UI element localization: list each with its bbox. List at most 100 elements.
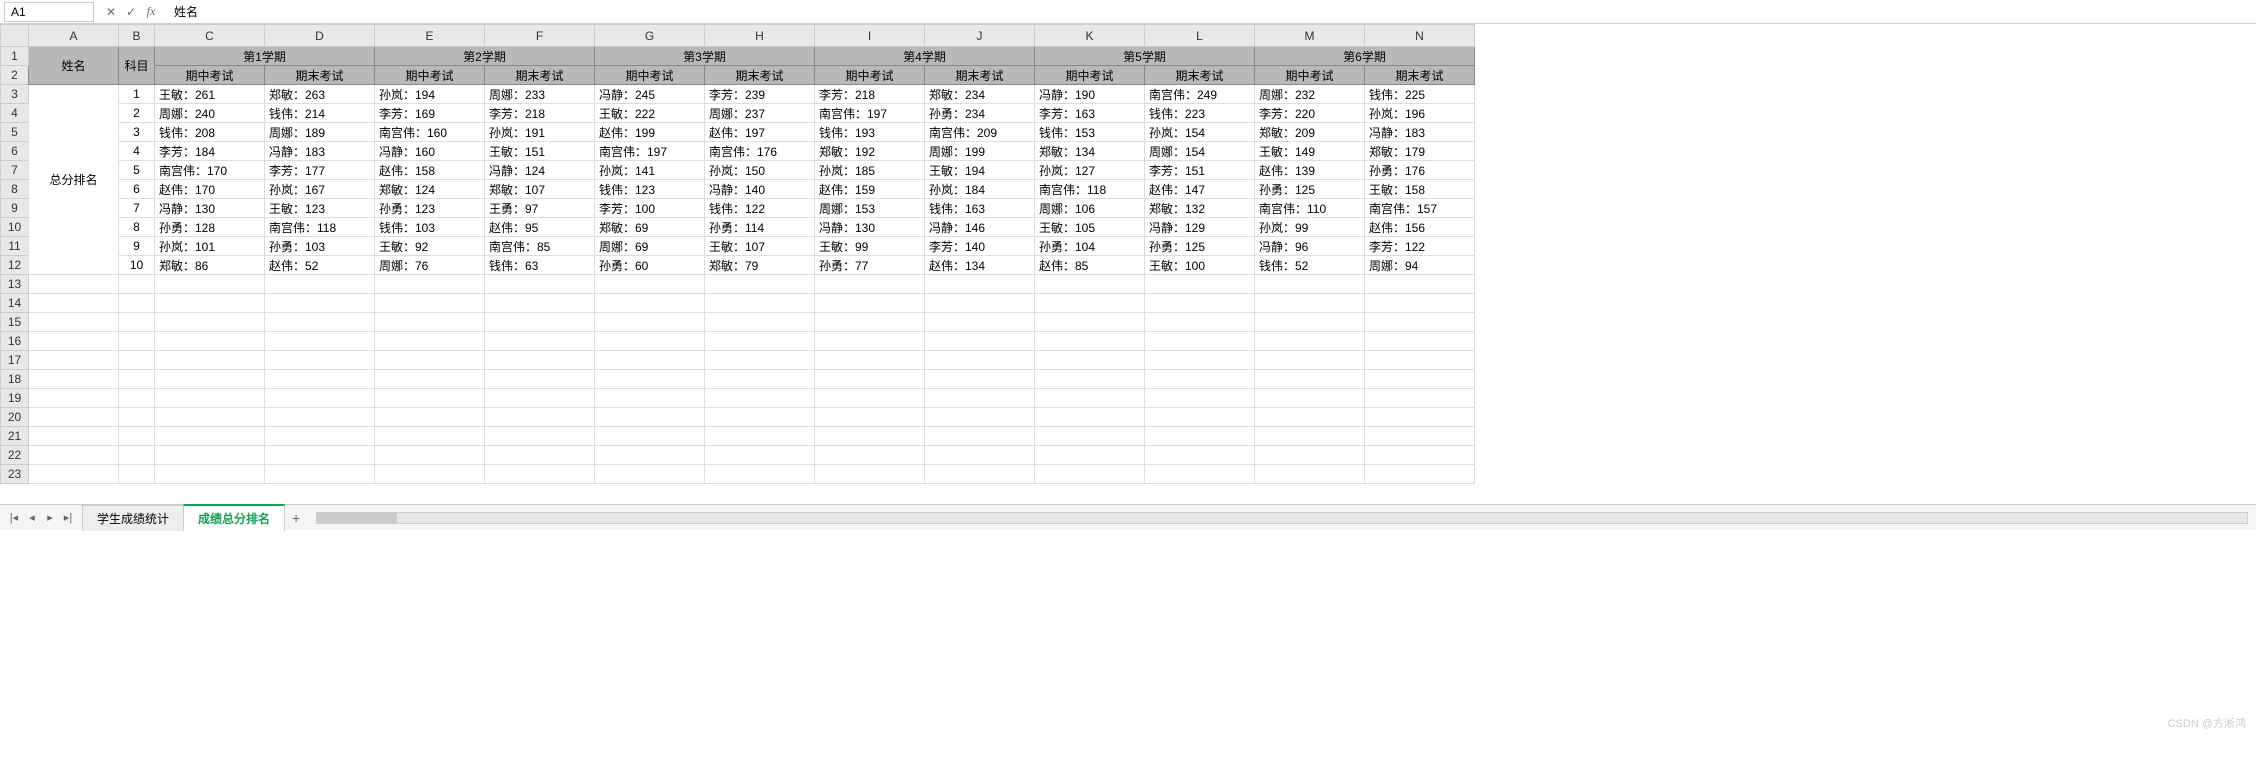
cell-empty-r19-c10[interactable] xyxy=(925,389,1035,408)
formula-input[interactable] xyxy=(168,3,2252,21)
cell-data-r8-c12[interactable]: 赵伟：156 xyxy=(1365,218,1475,237)
cell-empty-r13-c6[interactable] xyxy=(485,275,595,294)
row-header-1[interactable]: 1 xyxy=(1,47,29,66)
cell-data-r1-c12[interactable]: 钱伟：225 xyxy=(1365,85,1475,104)
cell-rank-2[interactable]: 2 xyxy=(119,104,155,123)
cell-data-r1-c11[interactable]: 周娜：232 xyxy=(1255,85,1365,104)
cell-empty-r15-c10[interactable] xyxy=(925,313,1035,332)
cell-data-r1-c3[interactable]: 孙岚：194 xyxy=(375,85,485,104)
cell-data-r9-c1[interactable]: 孙岚：101 xyxy=(155,237,265,256)
cell-data-r10-c7[interactable]: 孙勇：77 xyxy=(815,256,925,275)
cell-semester-5[interactable]: 第5学期 xyxy=(1035,47,1255,66)
cell-data-r10-c10[interactable]: 王敏：100 xyxy=(1145,256,1255,275)
cell-empty-r21-c12[interactable] xyxy=(1145,427,1255,446)
cell-data-r7-c6[interactable]: 钱伟：122 xyxy=(705,199,815,218)
col-header-I[interactable]: I xyxy=(815,25,925,47)
tab-first-icon[interactable]: |◂ xyxy=(6,510,22,526)
cell-empty-r19-c9[interactable] xyxy=(815,389,925,408)
cell-data-r3-c10[interactable]: 孙岚：154 xyxy=(1145,123,1255,142)
cell-final-6[interactable]: 期末考试 xyxy=(1365,66,1475,85)
col-header-G[interactable]: G xyxy=(595,25,705,47)
cell-data-r2-c6[interactable]: 周娜：237 xyxy=(705,104,815,123)
cell-data-r4-c10[interactable]: 周娜：154 xyxy=(1145,142,1255,161)
cell-empty-r14-c10[interactable] xyxy=(925,294,1035,313)
cell-empty-r22-c11[interactable] xyxy=(1035,446,1145,465)
cell-empty-r13-c2[interactable] xyxy=(119,275,155,294)
cell-empty-r16-c8[interactable] xyxy=(705,332,815,351)
cell-empty-r16-c4[interactable] xyxy=(265,332,375,351)
cell-data-r8-c3[interactable]: 钱伟：103 xyxy=(375,218,485,237)
cell-empty-r18-c8[interactable] xyxy=(705,370,815,389)
cell-empty-r19-c6[interactable] xyxy=(485,389,595,408)
cell-data-r9-c10[interactable]: 孙勇：125 xyxy=(1145,237,1255,256)
select-all-corner[interactable] xyxy=(1,25,29,47)
cell-data-r10-c6[interactable]: 郑敏：79 xyxy=(705,256,815,275)
cell-empty-r16-c10[interactable] xyxy=(925,332,1035,351)
cell-data-r4-c11[interactable]: 王敏：149 xyxy=(1255,142,1365,161)
cell-empty-r17-c9[interactable] xyxy=(815,351,925,370)
cell-empty-r13-c13[interactable] xyxy=(1255,275,1365,294)
cell-empty-r15-c7[interactable] xyxy=(595,313,705,332)
cell-empty-r22-c12[interactable] xyxy=(1145,446,1255,465)
cell-data-r3-c3[interactable]: 南宫伟：160 xyxy=(375,123,485,142)
cell-data-r2-c11[interactable]: 李芳：220 xyxy=(1255,104,1365,123)
row-header-2[interactable]: 2 xyxy=(1,66,29,85)
cell-empty-r17-c10[interactable] xyxy=(925,351,1035,370)
cell-empty-r20-c4[interactable] xyxy=(265,408,375,427)
cell-data-r7-c2[interactable]: 王敏：123 xyxy=(265,199,375,218)
cell-empty-r23-c3[interactable] xyxy=(155,465,265,484)
cell-empty-r16-c14[interactable] xyxy=(1365,332,1475,351)
cell-data-r8-c10[interactable]: 冯静：129 xyxy=(1145,218,1255,237)
cell-empty-r21-c10[interactable] xyxy=(925,427,1035,446)
cell-empty-r18-c6[interactable] xyxy=(485,370,595,389)
cell-data-r10-c4[interactable]: 钱伟：63 xyxy=(485,256,595,275)
cell-rank-1[interactable]: 1 xyxy=(119,85,155,104)
cell-empty-r16-c12[interactable] xyxy=(1145,332,1255,351)
cell-midterm-2[interactable]: 期中考试 xyxy=(375,66,485,85)
cell-data-r4-c8[interactable]: 周娜：199 xyxy=(925,142,1035,161)
tab-last-icon[interactable]: ▸| xyxy=(60,510,76,526)
cell-data-r6-c4[interactable]: 郑敏：107 xyxy=(485,180,595,199)
row-header-22[interactable]: 22 xyxy=(1,446,29,465)
cell-final-4[interactable]: 期末考试 xyxy=(925,66,1035,85)
cell-data-r4-c9[interactable]: 郑敏：134 xyxy=(1035,142,1145,161)
row-header-4[interactable]: 4 xyxy=(1,104,29,123)
cell-data-r8-c11[interactable]: 孙岚：99 xyxy=(1255,218,1365,237)
cell-empty-r14-c3[interactable] xyxy=(155,294,265,313)
cell-midterm-4[interactable]: 期中考试 xyxy=(815,66,925,85)
cell-empty-r22-c3[interactable] xyxy=(155,446,265,465)
cell-rank-6[interactable]: 6 xyxy=(119,180,155,199)
scroll-thumb[interactable] xyxy=(317,513,397,523)
cell-rank-5[interactable]: 5 xyxy=(119,161,155,180)
cell-midterm-1[interactable]: 期中考试 xyxy=(155,66,265,85)
cell-data-r2-c9[interactable]: 李芳：163 xyxy=(1035,104,1145,123)
cell-data-r6-c9[interactable]: 南宫伟：118 xyxy=(1035,180,1145,199)
col-header-N[interactable]: N xyxy=(1365,25,1475,47)
cell-data-r5-c10[interactable]: 李芳：151 xyxy=(1145,161,1255,180)
cell-empty-r13-c9[interactable] xyxy=(815,275,925,294)
cell-empty-r13-c12[interactable] xyxy=(1145,275,1255,294)
cell-empty-r23-c5[interactable] xyxy=(375,465,485,484)
cell-semester-2[interactable]: 第2学期 xyxy=(375,47,595,66)
cell-data-r4-c12[interactable]: 郑敏：179 xyxy=(1365,142,1475,161)
cell-data-r10-c3[interactable]: 周娜：76 xyxy=(375,256,485,275)
cell-empty-r19-c14[interactable] xyxy=(1365,389,1475,408)
cell-data-r7-c5[interactable]: 李芳：100 xyxy=(595,199,705,218)
fx-icon[interactable]: fx xyxy=(142,3,160,21)
cell-empty-r20-c8[interactable] xyxy=(705,408,815,427)
cell-empty-r17-c12[interactable] xyxy=(1145,351,1255,370)
cell-data-r6-c8[interactable]: 孙岚：184 xyxy=(925,180,1035,199)
cell-data-r2-c2[interactable]: 钱伟：214 xyxy=(265,104,375,123)
cell-data-r8-c5[interactable]: 郑敏：69 xyxy=(595,218,705,237)
cell-empty-r13-c3[interactable] xyxy=(155,275,265,294)
cell-data-r5-c5[interactable]: 孙岚：141 xyxy=(595,161,705,180)
cell-empty-r14-c7[interactable] xyxy=(595,294,705,313)
cell-empty-r23-c1[interactable] xyxy=(29,465,119,484)
cell-final-1[interactable]: 期末考试 xyxy=(265,66,375,85)
row-header-15[interactable]: 15 xyxy=(1,313,29,332)
cell-empty-r18-c12[interactable] xyxy=(1145,370,1255,389)
cell-empty-r16-c11[interactable] xyxy=(1035,332,1145,351)
cell-empty-r21-c9[interactable] xyxy=(815,427,925,446)
cell-data-r7-c9[interactable]: 周娜：106 xyxy=(1035,199,1145,218)
cell-empty-r22-c9[interactable] xyxy=(815,446,925,465)
